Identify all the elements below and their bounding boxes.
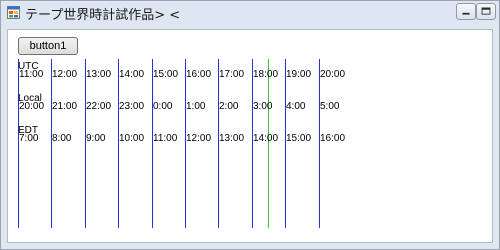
time-label-edt: 14:00 [253,133,279,144]
time-label-local: 5:00 [320,101,340,112]
window-title: テープ世界時計試作品> < [25,8,181,23]
time-label-edt: 10:00 [119,133,145,144]
time-label-local: 23:00 [119,101,145,112]
time-label-utc: 13:00 [86,69,112,80]
minimize-button[interactable] [456,3,476,20]
time-label-utc: 16:00 [186,69,212,80]
time-label-local: 2:00 [219,101,239,112]
time-label-edt: 8:00 [52,133,72,144]
time-label-local: 22:00 [86,101,112,112]
maximize-icon [481,7,491,15]
time-label-local: 1:00 [186,101,206,112]
time-label-edt: 13:00 [219,133,245,144]
clock-panel: button1 UTC 11:00 12:00 13:00 14:00 15:00 16:0… [7,29,493,243]
time-label-utc: 14:00 [119,69,145,80]
time-label-utc: 17:00 [219,69,245,80]
title-bar[interactable]: テープ世界時計試作品> < [1,1,499,25]
time-label-edt: 12:00 [186,133,212,144]
time-label-edt: 11:00 [153,133,178,144]
maximize-button[interactable] [476,3,496,20]
app-window-icon [7,6,20,19]
time-label-local: 21:00 [52,101,78,112]
time-label-edt: 9:00 [86,133,106,144]
time-label-edt: 16:00 [320,133,346,144]
time-label-utc: 11:00 [19,69,44,80]
app-window: テープ世界時計試作品> < button1 UTC 11:00 12:00 13:00… [0,0,500,250]
minimize-icon [462,12,470,15]
time-label-utc: 19:00 [286,69,312,80]
time-label-local: 0:00 [153,101,173,112]
time-label-utc: 20:00 [320,69,346,80]
time-label-utc: 15:00 [153,69,179,80]
time-label-edt: 15:00 [286,133,312,144]
time-label-local: 20:00 [19,101,45,112]
time-label-local: 4:00 [286,101,306,112]
button1[interactable]: button1 [18,37,78,55]
time-label-utc: 12:00 [52,69,78,80]
time-label-local: 3:00 [253,101,273,112]
time-label-utc: 18:00 [253,69,279,80]
time-label-edt: 7:00 [19,133,39,144]
